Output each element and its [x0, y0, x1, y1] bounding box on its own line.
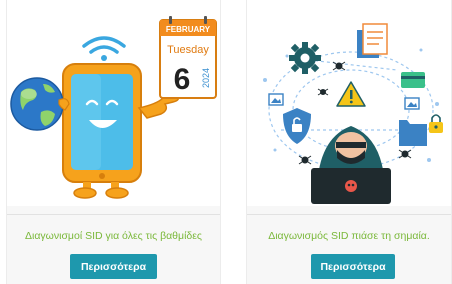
card-image-hacker: [247, 0, 451, 206]
folder-icon: [399, 120, 427, 146]
document-icon: [357, 23, 388, 58]
card-divider: [7, 214, 220, 215]
globe-icon: [10, 77, 70, 131]
more-button[interactable]: Περισσότερα: [311, 254, 395, 279]
shield-lock-icon: [283, 108, 311, 144]
card-image-safer-internet-day: FEBRUARY Tuesday 6 2024: [7, 0, 220, 206]
warning-icon: [336, 81, 366, 107]
calendar-month: FEBRUARY: [166, 25, 211, 34]
padlock-icon: [429, 114, 443, 133]
card-title: Διαγωνισμοί SID για όλες τις βαθμίδες: [25, 230, 202, 242]
credit-card-icon: [401, 72, 425, 88]
laptop-icon: [311, 168, 391, 204]
phone-globe-illustration: FEBRUARY Tuesday 6 2024: [10, 16, 217, 199]
calendar-year: 2024: [201, 68, 211, 88]
calendar-day: 6: [174, 63, 191, 96]
card-title: Διαγωνισμός SID πιάσε τη σημαία.: [268, 230, 430, 242]
calendar-icon: FEBRUARY Tuesday 6 2024: [159, 16, 217, 99]
card-sid-capture-the-flag: Διαγωνισμός SID πιάσε τη σημαία. Περισσό…: [246, 0, 452, 284]
more-button[interactable]: Περισσότερα: [70, 254, 157, 279]
card-sid-competitions: FEBRUARY Tuesday 6 2024 Διαγωνισμοί SID …: [6, 0, 221, 284]
calendar-weekday: Tuesday: [167, 44, 209, 56]
card-divider: [247, 214, 451, 215]
gear-icon: [289, 42, 321, 74]
wifi-icon: [82, 36, 126, 61]
hacker-cybersecurity-illustration: [263, 23, 443, 204]
